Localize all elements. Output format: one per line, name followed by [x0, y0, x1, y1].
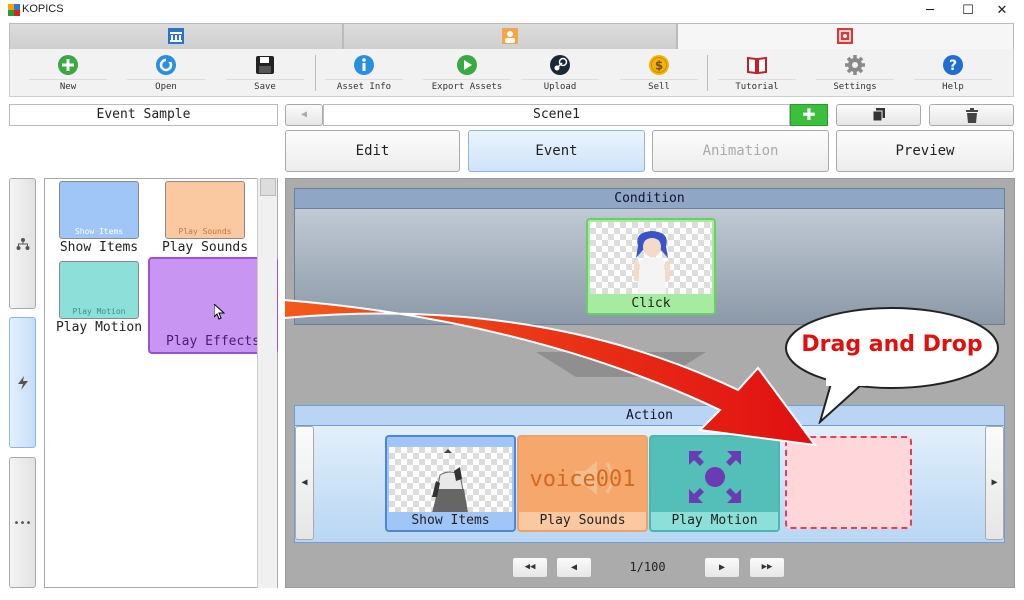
close-button[interactable]: ✕ [987, 0, 1017, 22]
scene-icon [837, 28, 853, 44]
palette-label: Play Sounds [161, 240, 249, 255]
save-button[interactable]: Save [226, 54, 304, 96]
side-tool-strip: ••• [9, 178, 36, 588]
maximize-button[interactable]: ☐ [953, 0, 983, 22]
hierarchy-icon [16, 238, 29, 250]
help-icon: ? [943, 55, 963, 75]
export-assets-label: Export Assets [423, 79, 511, 92]
toolbar-divider [707, 55, 708, 91]
scene-prev-button[interactable]: ◀ [285, 104, 323, 126]
drag-arrow-overlay [283, 298, 818, 447]
book-icon [747, 56, 767, 75]
settings-button[interactable]: Settings [816, 54, 894, 96]
action-card-label: Show Items [387, 512, 514, 530]
animation-mode-button[interactable]: Animation [652, 130, 829, 172]
preview-mode-button[interactable]: Preview [836, 130, 1014, 172]
window-title: KOPICS [22, 3, 64, 15]
mouse-cursor-icon [214, 304, 225, 320]
help-label: Help [914, 79, 992, 92]
event-mode-button[interactable]: Event [468, 130, 645, 172]
toolbar-divider [315, 55, 316, 91]
title-bar: KOPICS ─ ☐ ✕ [0, 0, 1024, 22]
last-page-button[interactable]: ▶▶ [749, 557, 785, 578]
new-button[interactable]: New [29, 54, 107, 96]
palette-item-show-items[interactable]: Show Items [59, 181, 139, 239]
asset-info-label: Asset Info [325, 79, 403, 92]
palette-item-play-motion[interactable]: Play Motion [59, 261, 139, 319]
sound-file-name: voice001 [529, 467, 636, 492]
upload-button[interactable]: Upload [521, 54, 599, 96]
palette-mini-label: Play Motion [72, 307, 126, 316]
lightning-icon [17, 376, 28, 390]
palette-label: Show Items [59, 240, 139, 255]
svg-text:$: $ [655, 59, 663, 73]
character-icon [502, 28, 518, 44]
character-figure-icon [634, 231, 670, 294]
floppy-disk-icon [256, 56, 274, 74]
coin-icon: $ [649, 55, 669, 75]
tab-character[interactable] [343, 23, 677, 49]
tab-library[interactable] [9, 23, 343, 49]
event-palette: Show Items Show Items Play Sounds Play S… [44, 178, 278, 588]
open-label: Open [127, 79, 205, 92]
condition-title: Condition [295, 189, 1004, 209]
character-thumbnail [590, 222, 712, 294]
callout-text: Drag and Drop [801, 332, 983, 357]
palette-mini-label: Show Items [74, 227, 124, 236]
edit-mode-button[interactable]: Edit [285, 130, 460, 172]
refresh-icon [156, 55, 176, 75]
action-card-label: Play Motion [651, 512, 778, 530]
page-indicator: 1/100 [629, 560, 666, 574]
scene-name-field[interactable]: Scene1 [323, 104, 790, 126]
workspace-tabs [9, 23, 1014, 49]
hierarchy-tool-button[interactable] [9, 178, 36, 309]
more-tool-button[interactable]: ••• [9, 457, 36, 588]
tutorial-label: Tutorial [718, 79, 796, 92]
tab-scene[interactable] [677, 23, 1014, 49]
sell-button[interactable]: $ Sell [620, 54, 698, 96]
speech-bubble [785, 307, 999, 424]
trash-icon [966, 108, 978, 123]
settings-label: Settings [816, 79, 894, 92]
event-tool-button[interactable] [9, 317, 36, 448]
project-name-field[interactable]: Event Sample [9, 104, 278, 126]
palette-label: Play Motion [55, 320, 143, 335]
duplicate-scene-button[interactable] [836, 104, 921, 126]
scrollbar-thumb[interactable] [260, 178, 276, 196]
tutorial-button[interactable]: Tutorial [718, 54, 796, 96]
minimize-button[interactable]: ─ [915, 0, 945, 22]
gear-icon [845, 55, 865, 75]
palette-scrollbar[interactable] [257, 178, 277, 588]
library-icon [168, 28, 184, 44]
upload-label: Upload [521, 79, 599, 92]
help-button[interactable]: ? Help [914, 54, 992, 96]
save-label: Save [226, 79, 304, 92]
info-icon [354, 55, 374, 75]
first-page-button[interactable]: ◀◀ [512, 557, 548, 578]
steam-icon [550, 55, 570, 75]
new-label: New [29, 79, 107, 92]
palette-mini-label: Play Sounds [178, 227, 232, 236]
asset-info-button[interactable]: Asset Info [325, 54, 403, 96]
sell-label: Sell [620, 79, 698, 92]
add-scene-button[interactable]: ✚ [790, 104, 828, 126]
plus-icon [58, 55, 78, 75]
app-logo-icon [8, 4, 20, 16]
copy-icon [872, 108, 885, 122]
palette-item-play-sounds[interactable]: Play Sounds [165, 181, 245, 239]
svg-text:?: ? [949, 58, 957, 74]
next-page-button[interactable]: ▶ [704, 557, 740, 578]
action-card-label: Play Sounds [519, 512, 646, 530]
main-toolbar: New Open Save Asset Info Export Assets U… [9, 49, 1014, 97]
prev-page-button[interactable]: ◀ [556, 557, 592, 578]
play-icon [457, 55, 477, 75]
action-scroll-right-button[interactable]: ▶ [985, 426, 1004, 540]
delete-scene-button[interactable] [929, 104, 1014, 126]
export-assets-button[interactable]: Export Assets [423, 54, 511, 96]
open-button[interactable]: Open [127, 54, 205, 96]
